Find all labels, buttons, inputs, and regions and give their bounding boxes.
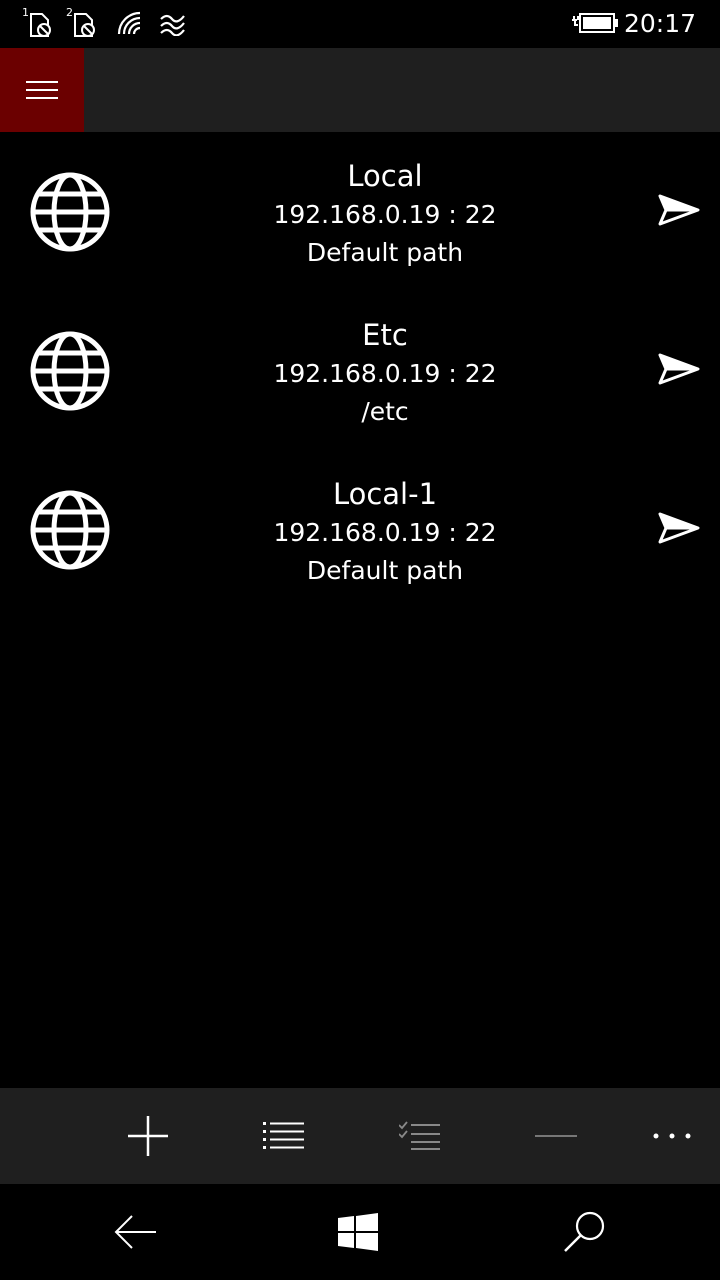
remove-button[interactable] bbox=[532, 1112, 580, 1160]
list-item[interactable]: Local-1 192.168.0.19 : 22 Default path bbox=[0, 450, 720, 609]
send-icon[interactable] bbox=[658, 352, 700, 386]
add-button[interactable] bbox=[124, 1112, 172, 1160]
search-icon bbox=[564, 1211, 605, 1252]
server-info: Local 192.168.0.19 : 22 Default path bbox=[140, 156, 630, 272]
windows-start-button[interactable] bbox=[334, 1208, 382, 1256]
more-button[interactable] bbox=[648, 1112, 696, 1160]
hamburger-icon bbox=[26, 81, 58, 99]
server-list: Local 192.168.0.19 : 22 Default path Etc… bbox=[0, 132, 720, 609]
list-icon bbox=[263, 1122, 304, 1149]
server-address: 192.168.0.19 : 22 bbox=[273, 200, 497, 229]
svg-text:1: 1 bbox=[22, 6, 29, 19]
globe-icon bbox=[30, 490, 110, 570]
server-name: Local bbox=[347, 159, 423, 193]
globe-icon bbox=[30, 331, 110, 411]
status-time: 20:17 bbox=[623, 9, 696, 38]
send-icon[interactable] bbox=[658, 193, 700, 227]
server-path: Default path bbox=[306, 238, 464, 267]
server-address: 192.168.0.19 : 22 bbox=[273, 359, 497, 388]
app-header bbox=[0, 48, 720, 132]
battery-charging-icon bbox=[570, 10, 620, 36]
list-item[interactable]: Local 192.168.0.19 : 22 Default path bbox=[0, 132, 720, 291]
wifi-icon bbox=[116, 10, 146, 36]
back-button[interactable] bbox=[112, 1208, 160, 1256]
svg-text:2: 2 bbox=[66, 6, 73, 19]
list-view-button[interactable] bbox=[260, 1112, 308, 1160]
windows-icon bbox=[338, 1213, 378, 1251]
search-button[interactable] bbox=[560, 1208, 608, 1256]
select-button[interactable] bbox=[396, 1112, 444, 1160]
sim1-no-signal-icon: 1 bbox=[22, 6, 58, 38]
select-icon bbox=[399, 1121, 440, 1150]
server-path: Default path bbox=[306, 556, 464, 585]
server-info: Local-1 192.168.0.19 : 22 Default path bbox=[140, 474, 630, 590]
hotspot-icon bbox=[158, 10, 188, 37]
add-icon bbox=[128, 1116, 168, 1156]
app-bar bbox=[0, 1088, 720, 1184]
back-icon bbox=[114, 1215, 156, 1249]
server-address: 192.168.0.19 : 22 bbox=[273, 518, 497, 547]
navigation-bar bbox=[0, 1184, 720, 1280]
server-info: Etc 192.168.0.19 : 22 /etc bbox=[140, 315, 630, 431]
send-icon[interactable] bbox=[658, 511, 700, 545]
more-icon bbox=[653, 1133, 691, 1139]
list-item[interactable]: Etc 192.168.0.19 : 22 /etc bbox=[0, 291, 720, 450]
server-name: Local-1 bbox=[332, 477, 438, 511]
server-name: Etc bbox=[362, 318, 408, 352]
hamburger-menu-button[interactable] bbox=[0, 48, 84, 132]
remove-icon bbox=[535, 1135, 577, 1137]
server-path: /etc bbox=[361, 397, 409, 426]
status-bar: 1 2 20:17 bbox=[0, 0, 720, 48]
globe-icon bbox=[30, 172, 110, 252]
sim2-no-signal-icon: 2 bbox=[66, 6, 102, 38]
